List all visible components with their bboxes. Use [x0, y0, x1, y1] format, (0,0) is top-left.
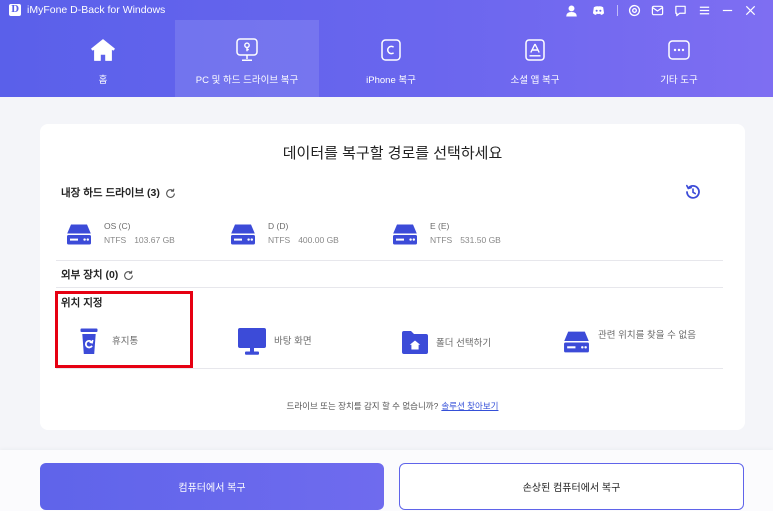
location-not-found[interactable]: 관련 위치를 찾을 수 없음 — [563, 327, 713, 357]
help-question: 드라이브 또는 장치를 감지 할 수 없습니까? — [286, 401, 439, 411]
iphone-recovery-icon — [319, 37, 463, 63]
folder-icon — [402, 330, 428, 354]
location-desktop[interactable]: 바탕 화면 — [238, 327, 368, 357]
tab-label: PC 및 하드 드라이브 복구 — [195, 75, 299, 86]
toolbar-separator — [617, 5, 618, 16]
tab-pc-hard-drive-recovery[interactable]: PC 및 하드 드라이브 복구 — [175, 20, 319, 97]
title-bar: D iMyFone D-Back for Windows — [0, 0, 773, 20]
header: D iMyFone D-Back for Windows 홈 PC 및 하드 드… — [0, 0, 773, 97]
tab-social-app-recovery[interactable]: 소셜 앱 복구 — [463, 20, 607, 97]
drive-size: 400.00 GB — [298, 235, 339, 245]
internal-drives-header: 내장 하드 드라이브 (3) — [61, 187, 176, 200]
section-divider — [56, 368, 723, 369]
menu-icon[interactable] — [698, 4, 711, 17]
help-footer: 드라이브 또는 장치를 감지 할 수 없습니까? 솔루션 찾아보기 — [40, 401, 745, 412]
hard-drive-icon — [66, 223, 92, 245]
find-solution-link[interactable]: 솔루션 찾아보기 — [441, 401, 498, 411]
minimize-icon[interactable] — [721, 4, 734, 17]
tab-label: iPhone 복구 — [366, 75, 416, 86]
external-devices-label: 외부 장치 (0) — [61, 269, 119, 281]
drive-item-c[interactable]: OS (C) NTFS 103.67 GB — [66, 221, 216, 249]
tab-iphone-recovery[interactable]: iPhone 복구 — [319, 20, 463, 97]
section-divider — [56, 287, 723, 288]
recover-from-crashed-computer-button[interactable]: 손상된 컴퓨터에서 복구 — [399, 463, 744, 510]
tab-label: 소셜 앱 복구 — [510, 75, 560, 86]
drive-name: E (E) — [430, 221, 450, 231]
highlight-box — [55, 291, 193, 368]
page-title: 데이터를 복구할 경로를 선택하세요 — [282, 145, 503, 162]
location-label: 관련 위치를 찾을 수 없음 — [598, 330, 696, 341]
app-logo: D — [9, 4, 21, 16]
pc-recovery-icon — [175, 37, 319, 63]
main-nav: 홈 PC 및 하드 드라이브 복구 iPhone 복구 소셜 앱 복구 기타 도… — [0, 20, 773, 97]
refresh-icon[interactable] — [123, 270, 134, 281]
settings-icon[interactable] — [628, 4, 641, 17]
drive-details: NTFS 531.50 GB — [430, 235, 501, 246]
history-icon[interactable] — [685, 184, 701, 200]
drive-details: NTFS 400.00 GB — [268, 235, 339, 246]
app-window: D iMyFone D-Back for Windows 홈 PC 및 하드 드… — [0, 0, 773, 511]
tab-other-tools[interactable]: 기타 도구 — [607, 20, 751, 97]
location-label: 폴더 선택하기 — [436, 338, 492, 349]
home-icon — [31, 37, 175, 63]
location-select-folder[interactable]: 폴더 선택하기 — [402, 327, 542, 357]
hard-drive-icon — [392, 223, 418, 245]
refresh-icon[interactable] — [165, 188, 176, 199]
tab-home[interactable]: 홈 — [31, 20, 175, 97]
discord-icon[interactable] — [592, 4, 605, 17]
social-app-icon — [463, 37, 607, 63]
recover-from-computer-button[interactable]: 컴퓨터에서 복구 — [40, 463, 384, 510]
drive-filesystem: NTFS — [104, 235, 127, 245]
app-title: iMyFone D-Back for Windows — [27, 4, 166, 16]
internal-drives-label: 내장 하드 드라이브 (3) — [61, 187, 160, 199]
drive-details: NTFS 103.67 GB — [104, 235, 175, 246]
hard-drive-icon — [230, 223, 256, 245]
location-label: 바탕 화면 — [274, 336, 312, 347]
action-bar: 컴퓨터에서 복구 손상된 컴퓨터에서 복구 — [0, 450, 773, 511]
external-devices-header: 외부 장치 (0) — [61, 269, 134, 282]
drive-size: 531.50 GB — [460, 235, 501, 245]
drive-item-d[interactable]: D (D) NTFS 400.00 GB — [230, 221, 380, 249]
mail-icon[interactable] — [651, 4, 664, 17]
desktop-monitor-icon — [238, 328, 266, 355]
section-divider — [56, 260, 723, 261]
drive-unknown-icon — [563, 330, 590, 353]
drive-name: D (D) — [268, 221, 289, 231]
location-select-card: 데이터를 복구할 경로를 선택하세요 내장 하드 드라이브 (3) OS (C)… — [40, 124, 745, 430]
tab-label: 홈 — [98, 75, 108, 86]
drive-size: 103.67 GB — [134, 235, 175, 245]
drive-filesystem: NTFS — [268, 235, 291, 245]
tab-label: 기타 도구 — [660, 75, 698, 86]
user-icon[interactable] — [565, 4, 578, 17]
drive-item-e[interactable]: E (E) NTFS 531.50 GB — [392, 221, 542, 249]
drive-filesystem: NTFS — [430, 235, 453, 245]
close-icon[interactable] — [744, 4, 757, 17]
more-tools-icon — [607, 37, 751, 63]
chat-icon[interactable] — [674, 4, 687, 17]
drive-name: OS (C) — [104, 221, 131, 231]
